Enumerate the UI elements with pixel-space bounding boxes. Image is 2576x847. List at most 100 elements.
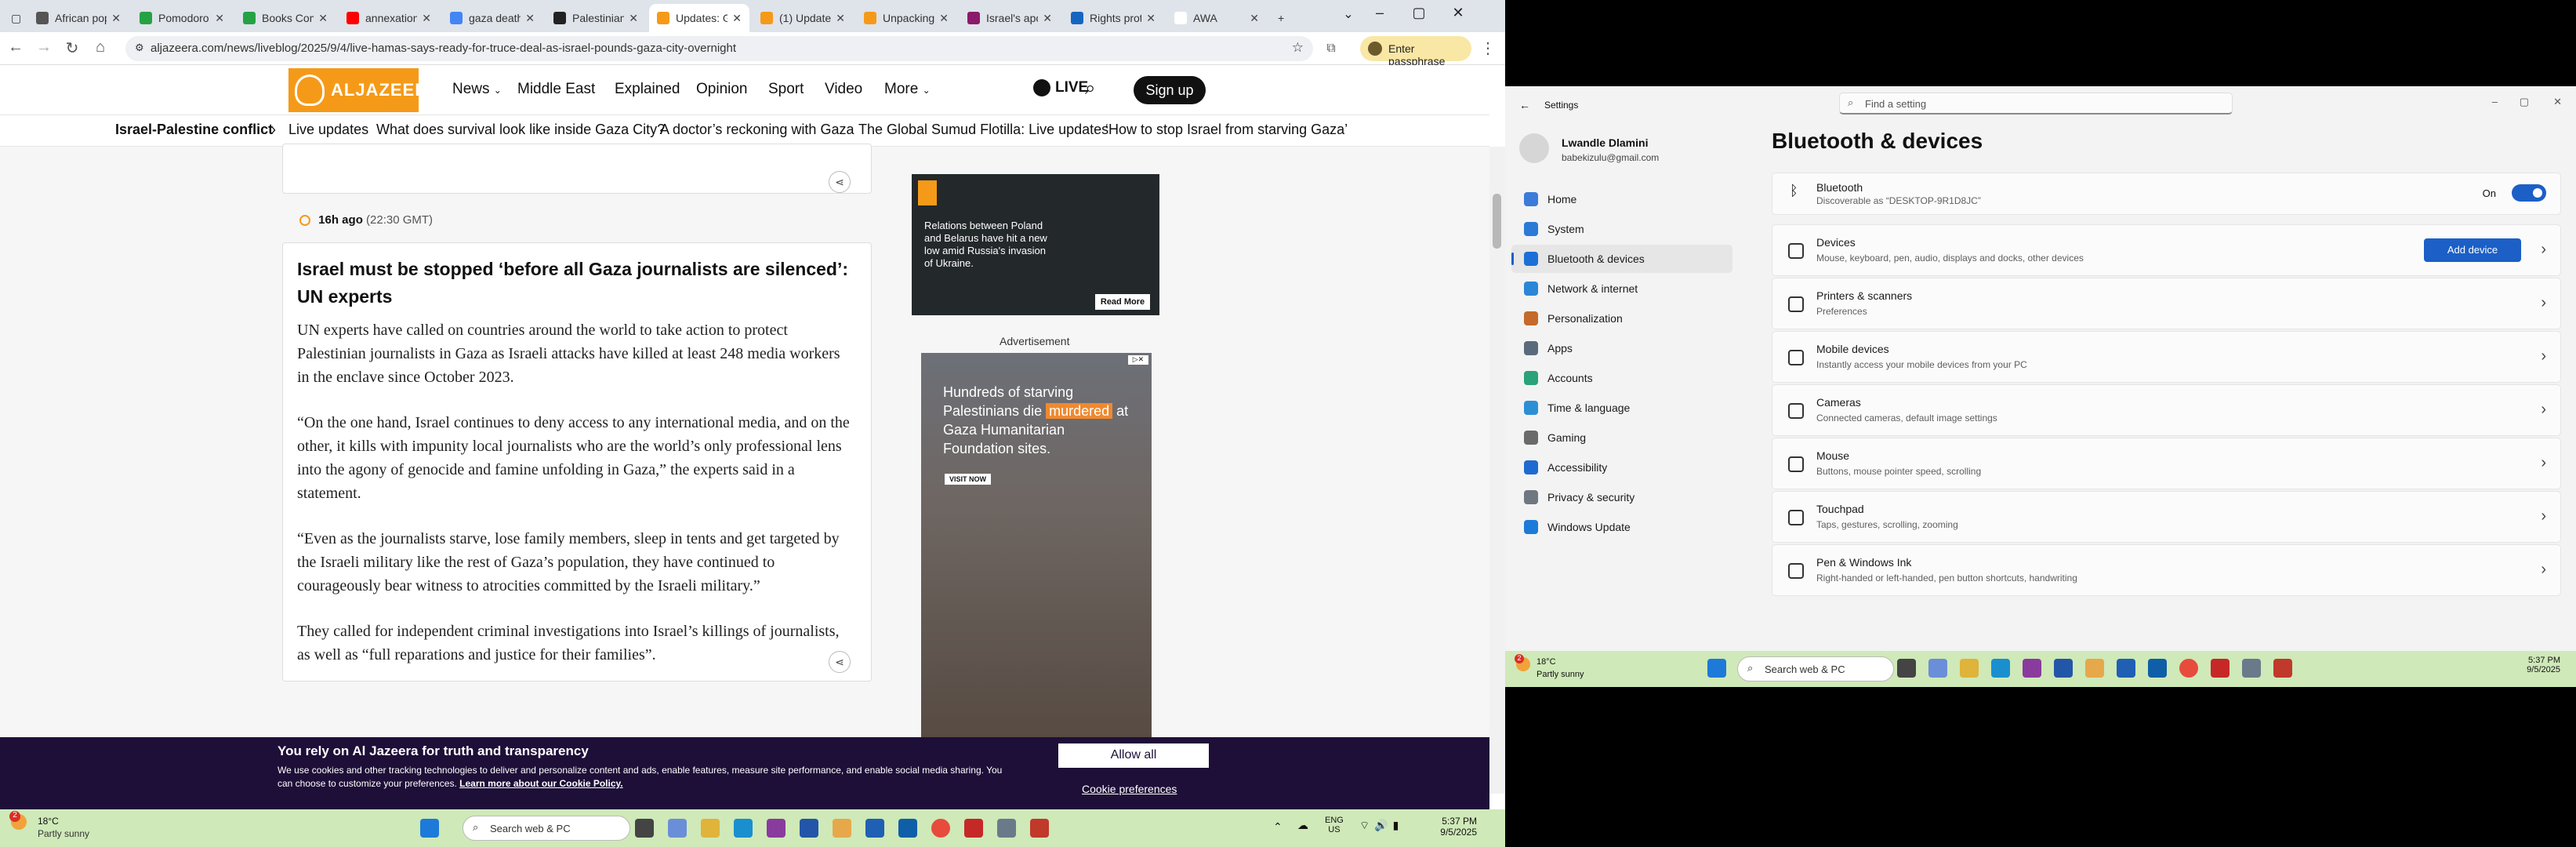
tab-close-icon[interactable]: ✕ (939, 12, 949, 25)
browser-tab[interactable]: AWA ✕ (1166, 4, 1267, 32)
settings-row[interactable]: Touchpad Taps, gestures, scrolling, zoomi… (1772, 491, 2561, 543)
nav-opinion[interactable]: Opinion (696, 81, 748, 98)
bluetooth-toggle[interactable] (2512, 184, 2546, 202)
forward-button[interactable]: → (33, 38, 55, 56)
sidebar-item[interactable]: Windows Update (1511, 513, 1732, 541)
sidebar-item[interactable]: Network & internet (1511, 274, 1732, 303)
sidebar-item[interactable]: Accounts (1511, 364, 1732, 392)
app-icon[interactable] (2023, 659, 2041, 678)
tab-close-icon[interactable]: ✕ (215, 12, 224, 25)
sidebar-item[interactable]: Time & language (1511, 394, 1732, 422)
settings-row[interactable]: Pen & Windows Ink Right-handed or left-ha… (1772, 544, 2561, 596)
back-button[interactable]: ← (5, 38, 27, 56)
video-ad[interactable]: Relations between Poland and Belarus hav… (912, 174, 1159, 315)
app-icon[interactable] (1030, 819, 1049, 838)
acrobat-icon[interactable] (2211, 659, 2230, 678)
acrobat-icon[interactable] (964, 819, 983, 838)
trending-link[interactable]: Live updates (288, 122, 368, 138)
chrome-icon[interactable] (2179, 659, 2198, 678)
chrome-icon[interactable] (931, 819, 950, 838)
tab-close-icon[interactable]: ✕ (422, 12, 431, 25)
settings-row[interactable]: Mouse Buttons, mouse pointer speed, scrol… (1772, 438, 2561, 489)
taskbar-search[interactable]: ⌕ Search web & PC (1737, 656, 1894, 682)
trending-link[interactable]: ‘How to stop Israel from starving Gaza’ (1105, 122, 1348, 138)
task-view-icon[interactable] (1897, 659, 1916, 678)
search-icon[interactable]: ⌕ (1085, 78, 1095, 100)
file-explorer-icon[interactable] (701, 819, 720, 838)
task-view-icon[interactable] (635, 819, 654, 838)
tab-close-icon[interactable]: ✕ (1250, 12, 1259, 25)
sidebar-item[interactable]: Privacy & security (1511, 483, 1732, 511)
tab-search-icon[interactable]: ⌄ (1333, 6, 1364, 22)
close-icon[interactable]: ✕ (2553, 96, 2562, 108)
edge-icon[interactable] (1991, 659, 2010, 678)
app-icon[interactable] (800, 819, 818, 838)
display-ad[interactable]: ▷✕ Hundreds of starving Palestinians die… (921, 353, 1152, 737)
nav-more[interactable]: More ⌄ (884, 81, 931, 98)
browser-tab[interactable]: (1) Update ✕ (753, 4, 853, 32)
store-icon[interactable] (2148, 659, 2167, 678)
windows-start-icon[interactable] (1707, 659, 1726, 678)
outlook-icon[interactable] (2117, 659, 2135, 678)
nav-middle-east[interactable]: Middle East (517, 81, 595, 98)
add-device-button[interactable]: Add device (2424, 238, 2521, 262)
share-icon[interactable]: ⋖ (829, 651, 851, 673)
scrollbar-thumb[interactable] (1493, 194, 1501, 249)
language-indicator[interactable]: ENG US (1325, 816, 1344, 834)
browser-tab[interactable]: Updates: Ga ✕ (649, 4, 749, 32)
menu-kebab-icon[interactable]: ⋮ (1477, 38, 1499, 58)
tab-close-icon[interactable]: ✕ (1146, 12, 1156, 25)
bluetooth-row[interactable]: ᛒ Bluetooth Discoverable as “DESKTOP-9R1… (1772, 173, 2561, 215)
maximize-button[interactable]: ▢ (1403, 5, 1435, 21)
close-window-button[interactable]: ✕ (1442, 5, 1474, 21)
settings-row[interactable]: Printers & scanners Preferences › (1772, 278, 2561, 329)
cookie-preferences-link[interactable]: Cookie preferences (1082, 783, 1177, 795)
tab-close-icon[interactable]: ✕ (111, 12, 121, 25)
clock[interactable]: 5:37 PM 9/5/2025 (2527, 656, 2560, 674)
trending-link[interactable]: A doctor’s reckoning with Gaza (660, 122, 854, 138)
tab-close-icon[interactable]: ✕ (836, 12, 845, 25)
browser-tab[interactable]: gaza death ✕ (442, 4, 542, 32)
nav-explained[interactable]: Explained (615, 81, 680, 98)
back-arrow-icon[interactable]: ← (1519, 99, 1530, 111)
app-icon[interactable] (2273, 659, 2292, 678)
read-more-button[interactable]: Read More (1095, 294, 1150, 310)
visit-now-button[interactable]: VISIT NOW (945, 474, 991, 485)
trending-link[interactable]: What does survival look like inside Gaza… (376, 122, 665, 138)
app-icon[interactable] (833, 819, 851, 838)
tab-close-icon[interactable]: ✕ (1043, 12, 1052, 25)
nav-video[interactable]: Video (825, 81, 862, 98)
browser-tab[interactable]: Israel's apo ✕ (960, 4, 1060, 32)
browser-tab[interactable]: Pomodoro F ✕ (132, 4, 232, 32)
clock[interactable]: 5:37 PM 9/5/2025 (1419, 816, 1477, 838)
file-explorer-icon[interactable] (1960, 659, 1979, 678)
browser-tab[interactable]: African pop ✕ (28, 4, 129, 32)
browser-tab[interactable]: Unpacking t ✕ (856, 4, 956, 32)
tab-close-icon[interactable]: ✕ (629, 12, 638, 25)
new-tab-button[interactable]: + (1270, 4, 1293, 32)
app-icon[interactable] (2085, 659, 2104, 678)
signup-button[interactable]: Sign up (1134, 76, 1206, 104)
avatar[interactable] (1519, 133, 1549, 163)
settings-gear-icon[interactable] (997, 819, 1016, 838)
settings-row[interactable]: Devices Mouse, keyboard, pen, audio, disp… (1772, 224, 2561, 276)
extensions-icon[interactable]: ⧉ (1320, 42, 1342, 56)
sidebar-item[interactable]: System (1511, 215, 1732, 243)
passphrase-button[interactable]: Enter passphrase (1360, 36, 1471, 67)
settings-row[interactable]: Mobile devices Instantly access your mobi… (1772, 331, 2561, 383)
chevron-up-icon[interactable]: ⌃ (1273, 820, 1283, 834)
edge-icon[interactable] (734, 819, 753, 838)
site-info-icon[interactable]: ⚙ (135, 42, 144, 54)
minimize-button[interactable]: – (1364, 5, 1395, 21)
address-bar[interactable]: ⚙ aljazeera.com/news/liveblog/2025/9/4/l… (125, 36, 1313, 61)
store-icon[interactable] (898, 819, 917, 838)
trending-link[interactable]: The Global Sumud Flotilla: Live updates (858, 122, 1108, 138)
browser-tab[interactable]: Palestinian ✕ (546, 4, 646, 32)
browser-tab[interactable]: annexation ✕ (339, 4, 439, 32)
copilot-icon[interactable] (1928, 659, 1947, 678)
windows-start-icon[interactable] (420, 819, 439, 838)
bookmark-star-icon[interactable]: ☆ (1292, 40, 1304, 56)
system-tray-icons[interactable]: ⌔🔊▮ (1359, 819, 1403, 833)
share-icon[interactable]: ⋖ (829, 171, 851, 193)
reload-button[interactable]: ↻ (61, 38, 83, 58)
